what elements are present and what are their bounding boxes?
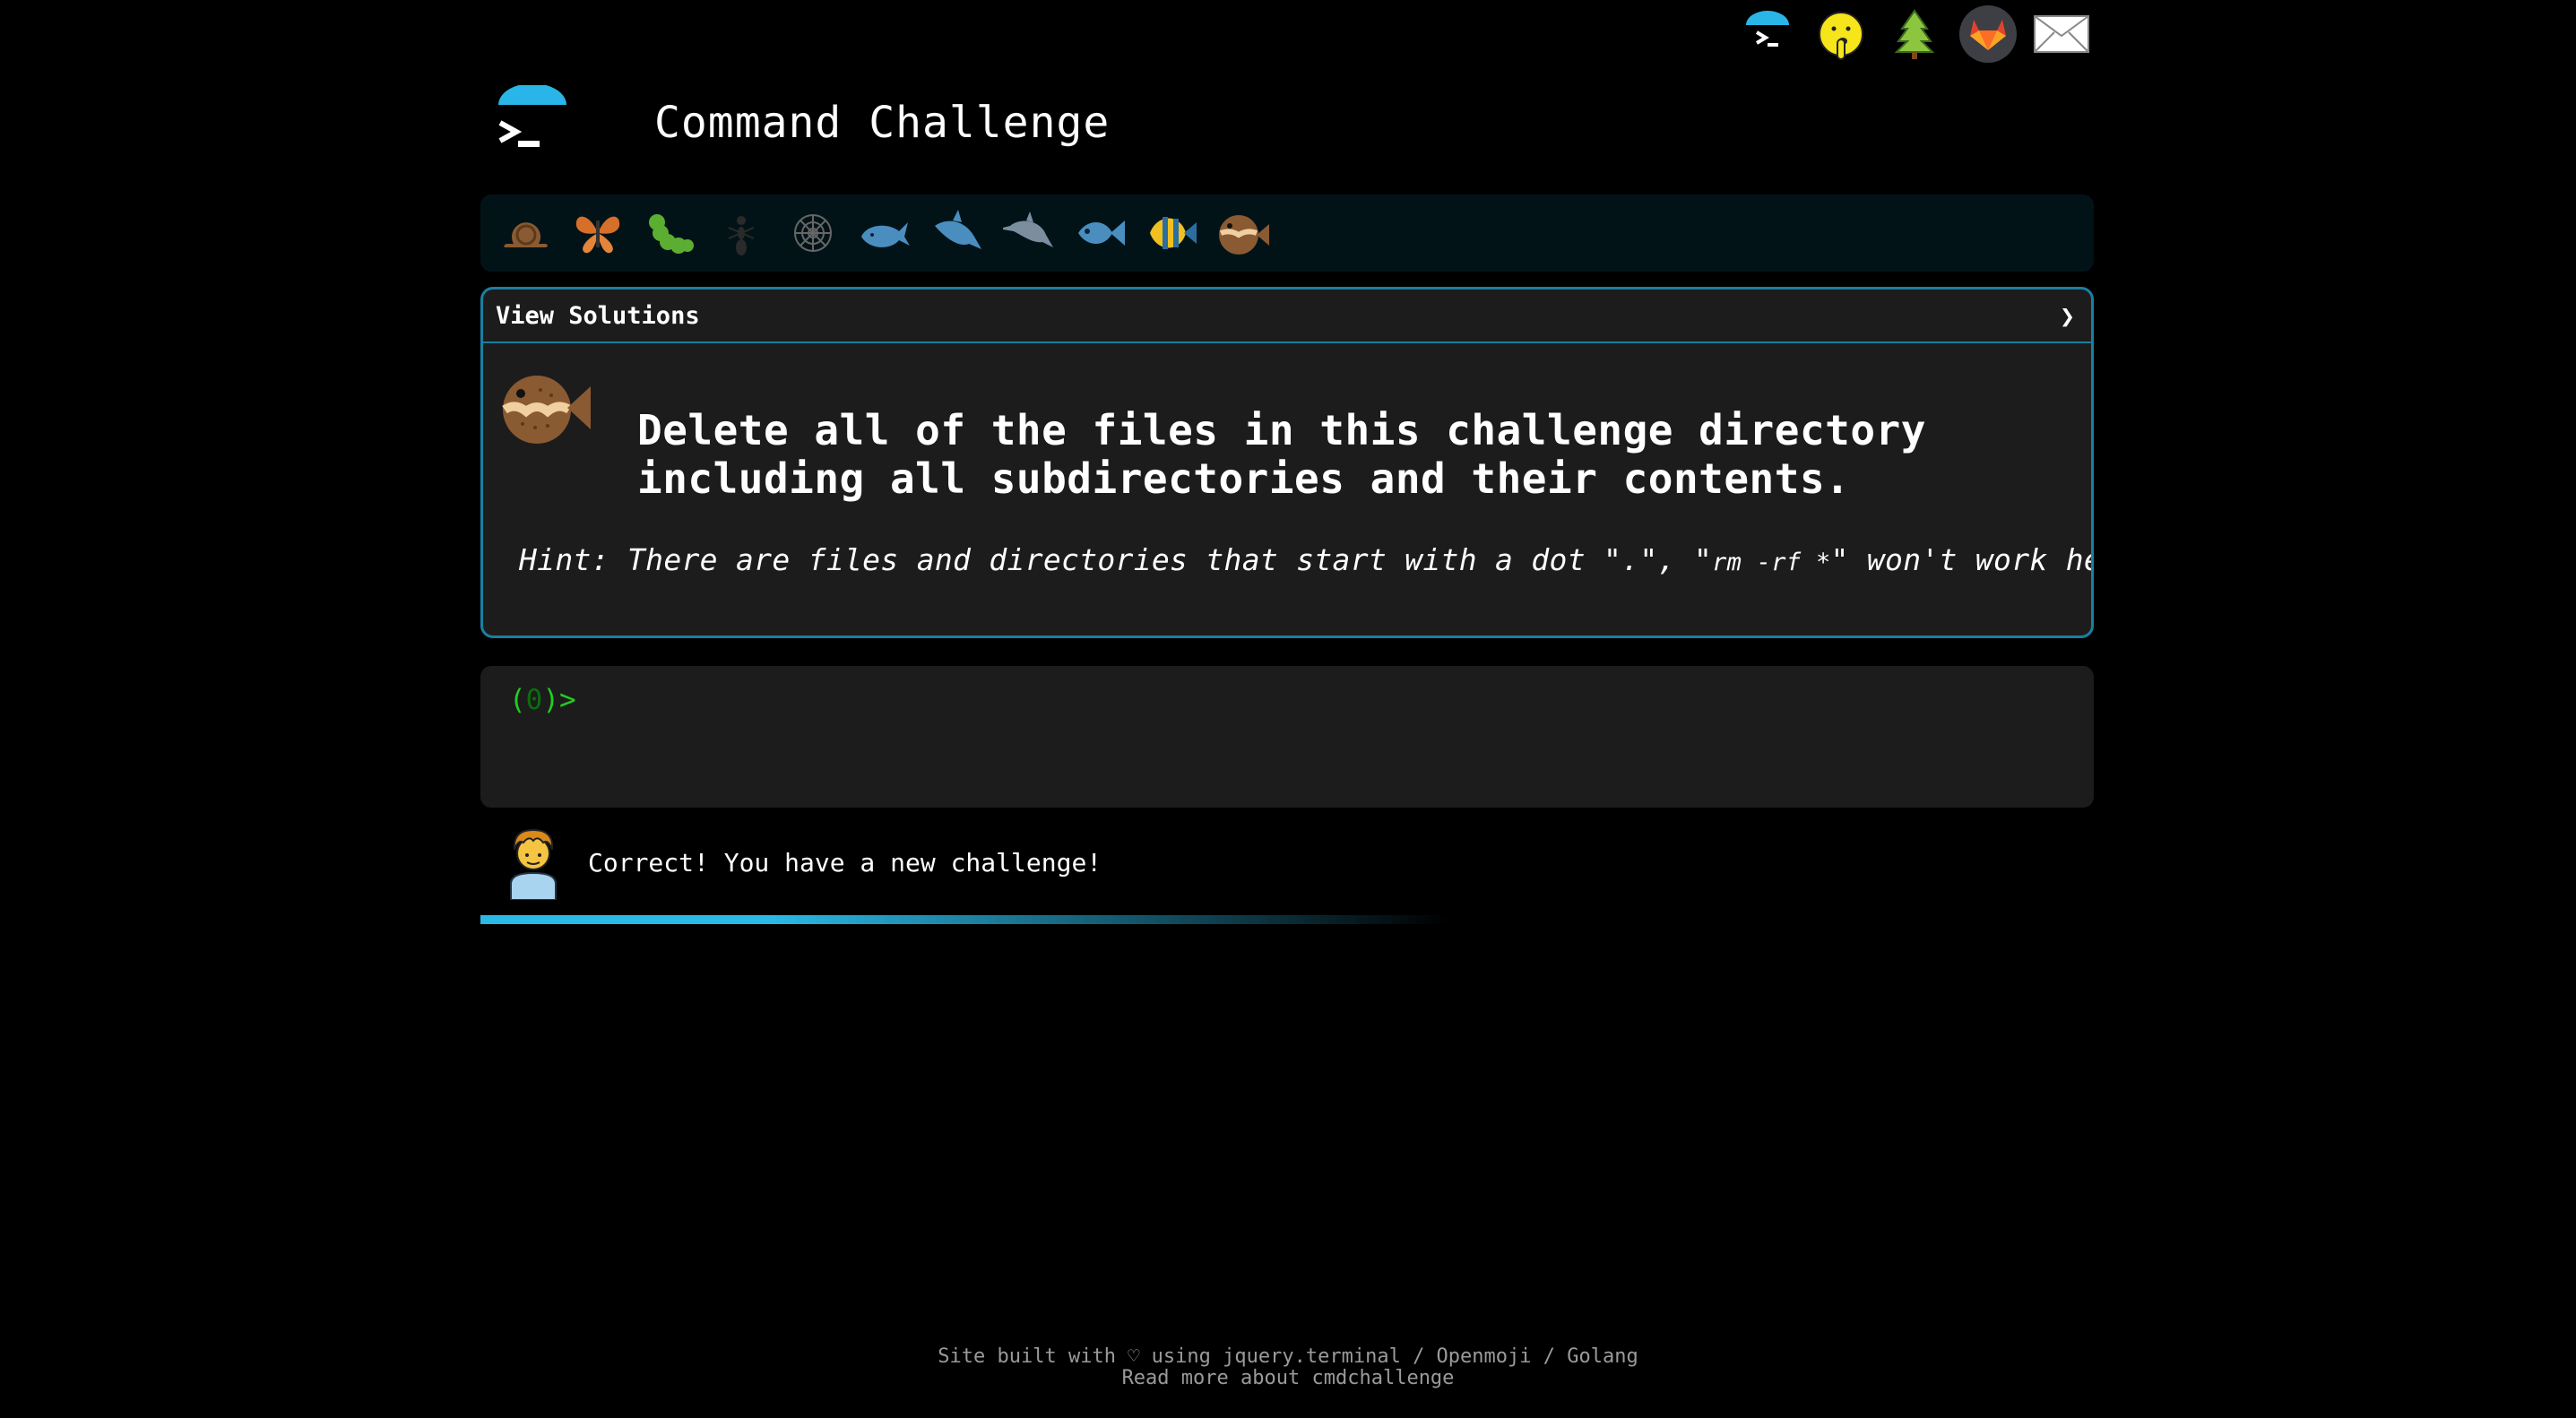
spider-web-icon[interactable] <box>785 205 841 261</box>
status-message-text: Correct! You have a new challenge! <box>588 847 1102 878</box>
whale-icon[interactable] <box>857 205 912 261</box>
challenge-panel: View Solutions ❯ Delete all of the files… <box>480 287 2094 638</box>
footer: Site built with ♡ using jquery.terminal … <box>0 1346 2576 1389</box>
envelope-icon[interactable] <box>2033 5 2090 63</box>
challenge-task-line: Delete all of the files in this challeng… <box>637 406 1926 454</box>
prompt-count: 0 <box>525 684 543 716</box>
hint-text: " won't work here! <box>1830 542 2091 577</box>
caterpillar-icon[interactable] <box>642 205 697 261</box>
ant-icon[interactable] <box>713 205 769 261</box>
hint-code: rm -rf * <box>1712 549 1831 576</box>
terminal-input[interactable]: (0)> <box>480 666 2094 808</box>
status-message: Correct! You have a new challenge! <box>502 825 1102 901</box>
tree-icon[interactable] <box>1886 5 1943 63</box>
footer-about-link[interactable]: Read more about cmdchallenge <box>0 1368 2576 1389</box>
person-avatar-icon <box>502 825 565 901</box>
view-solutions-label[interactable]: View Solutions <box>496 302 700 330</box>
progress-bar <box>480 915 1448 924</box>
chevron-right-icon[interactable]: ❯ <box>2060 301 2075 331</box>
challenge-description: Delete all of the files in this challeng… <box>637 406 2071 503</box>
blowfish-icon[interactable] <box>1215 205 1271 261</box>
prompt-close: )> <box>542 684 576 716</box>
header: Command Challenge <box>495 83 1110 160</box>
blowfish-icon <box>496 363 594 449</box>
shushing-face-icon[interactable] <box>1812 5 1870 63</box>
challenge-task-line: including all subdirectories and their c… <box>637 454 1851 503</box>
footer-credits[interactable]: Site built with ♡ using jquery.terminal … <box>0 1346 2576 1368</box>
prompt: (0)> <box>509 684 576 716</box>
level-bar <box>480 195 2094 272</box>
tropical-fish-icon[interactable] <box>1144 205 1199 261</box>
terminal-prompt-icon[interactable] <box>1739 5 1796 63</box>
gitlab-icon[interactable] <box>1959 5 2017 63</box>
hint-text: Hint: There are files and directories th… <box>519 542 1713 577</box>
page-title[interactable]: Command Challenge <box>654 98 1110 148</box>
challenge-hint: Hint: There are files and directories th… <box>519 542 2091 577</box>
shark-icon[interactable] <box>929 205 984 261</box>
top-nav <box>1739 5 2090 63</box>
prompt-open: ( <box>509 684 526 716</box>
terminal-prompt-icon[interactable] <box>495 83 570 160</box>
fish-icon[interactable] <box>1072 205 1128 261</box>
dolphin-icon[interactable] <box>1000 205 1056 261</box>
snail-icon[interactable] <box>498 205 554 261</box>
butterfly-icon[interactable] <box>570 205 626 261</box>
view-solutions-toggle[interactable]: View Solutions ❯ <box>483 290 2091 343</box>
